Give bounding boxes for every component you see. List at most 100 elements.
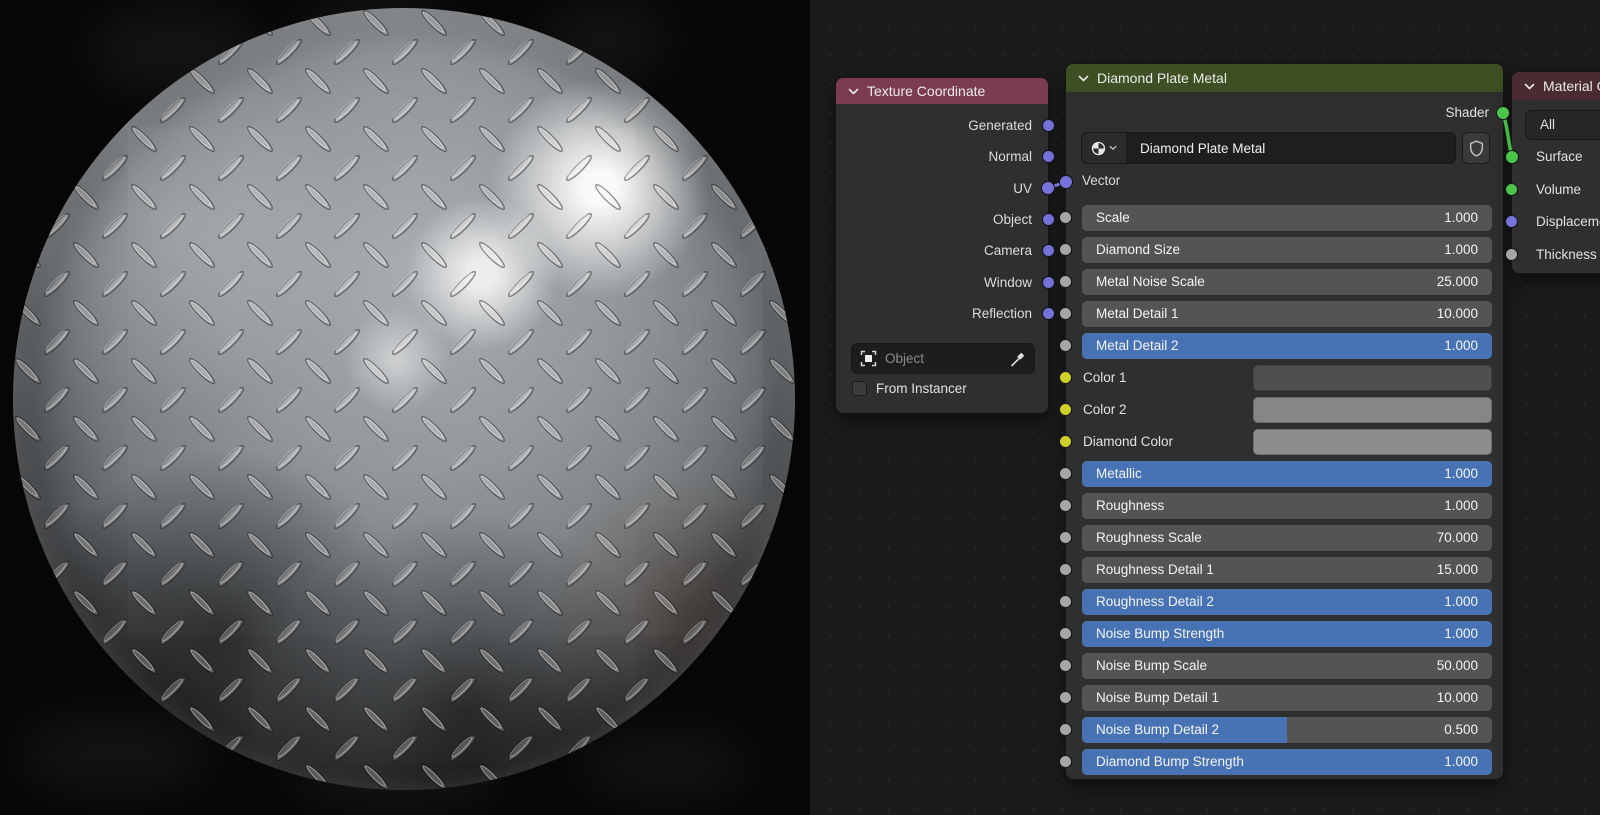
value-input-socket[interactable] [1059,691,1072,704]
number-field[interactable]: Metallic1.000 [1082,461,1492,487]
param-row-noise-bump-detail-2[interactable]: Noise Bump Detail 20.500 [1082,717,1492,743]
number-field[interactable]: Roughness Detail 21.000 [1082,589,1492,615]
value-input-socket[interactable] [1059,563,1072,576]
output-label: Normal [988,149,1032,164]
output-label: Generated [968,118,1032,133]
vector-input-socket[interactable] [1059,175,1072,188]
node-header[interactable]: Texture Coordinate [836,78,1048,104]
param-row-metal-detail-2[interactable]: Metal Detail 21.000 [1082,333,1492,359]
value-input-socket[interactable] [1059,243,1072,256]
nodegroup-datablock-field[interactable]: Diamond Plate Metal [1082,133,1455,163]
number-field[interactable]: Noise Bump Detail 20.500 [1082,717,1492,743]
value-input-socket[interactable] [1059,211,1072,224]
eyedropper-icon[interactable] [1010,351,1026,367]
param-row-color-2[interactable]: Color 2 [1082,397,1492,423]
color-swatch[interactable] [1253,429,1492,455]
chevron-down-icon[interactable] [1524,81,1535,92]
vector-output-socket[interactable] [1042,182,1055,195]
shader-output-socket[interactable] [1497,107,1510,120]
number-field[interactable]: Diamond Bump Strength1.000 [1082,749,1492,775]
value-input-socket[interactable] [1059,627,1072,640]
chevron-down-icon [1109,144,1117,152]
value-input-socket[interactable] [1059,275,1072,288]
param-row-roughness-detail-2[interactable]: Roughness Detail 21.000 [1082,589,1492,615]
object-data-icon [860,350,877,367]
param-row-noise-bump-scale[interactable]: Noise Bump Scale50.000 [1082,653,1492,679]
value-input-socket[interactable] [1059,531,1072,544]
param-row-noise-bump-strength[interactable]: Noise Bump Strength1.000 [1082,621,1492,647]
param-row-metal-detail-1[interactable]: Metal Detail 110.000 [1082,301,1492,327]
shader-input-socket[interactable] [1505,183,1518,196]
datablock-icon-dropdown[interactable] [1082,133,1126,163]
param-row-diamond-bump-strength[interactable]: Diamond Bump Strength1.000 [1082,749,1492,775]
vector-output-socket[interactable] [1042,307,1055,320]
vector-input-socket[interactable] [1505,215,1518,228]
param-label: Roughness Scale [1096,525,1202,551]
input-row-displacement: Displacement [1512,212,1600,232]
node-group-diamond-plate-metal[interactable]: Diamond Plate Metal Shader Diamond Plate… [1066,64,1503,779]
param-row-metallic[interactable]: Metallic1.000 [1082,461,1492,487]
number-field[interactable]: Noise Bump Detail 110.000 [1082,685,1492,711]
node-header[interactable]: Material Output [1512,72,1600,100]
number-field[interactable]: Roughness1.000 [1082,493,1492,519]
vector-output-socket[interactable] [1042,150,1055,163]
from-instancer-checkbox[interactable] [852,381,867,396]
param-row-roughness-scale[interactable]: Roughness Scale70.000 [1082,525,1492,551]
shader-node-editor[interactable]: Texture Coordinate GeneratedNormalUVObje… [810,0,1600,815]
param-value: 0.500 [1444,717,1478,743]
input-label: Surface [1536,149,1583,164]
render-preview-viewport[interactable] [0,0,810,815]
color-input-socket[interactable] [1059,435,1072,448]
number-field[interactable]: Roughness Detail 115.000 [1082,557,1492,583]
object-picker-field[interactable]: Object [852,344,1034,373]
color-input-socket[interactable] [1059,403,1072,416]
output-row-reflection: Reflection [836,304,1048,324]
vector-output-socket[interactable] [1042,119,1055,132]
node-texture-coordinate[interactable]: Texture Coordinate GeneratedNormalUVObje… [836,78,1048,413]
number-field[interactable]: Noise Bump Scale50.000 [1082,653,1492,679]
output-target-dropdown[interactable]: All [1526,111,1600,139]
node-title: Texture Coordinate [867,83,985,99]
value-input-socket[interactable] [1059,755,1072,768]
param-row-noise-bump-detail-1[interactable]: Noise Bump Detail 110.000 [1082,685,1492,711]
value-input-socket[interactable] [1505,248,1518,261]
input-row-volume: Volume [1512,180,1600,200]
param-row-roughness[interactable]: Roughness1.000 [1082,493,1492,519]
number-field[interactable]: Metal Detail 21.000 [1082,333,1492,359]
vector-output-socket[interactable] [1042,213,1055,226]
param-row-metal-noise-scale[interactable]: Metal Noise Scale25.000 [1082,269,1492,295]
color-swatch[interactable] [1253,397,1492,423]
param-row-diamond-color[interactable]: Diamond Color [1082,429,1492,455]
from-instancer-row[interactable]: From Instancer [852,381,967,396]
node-material-output[interactable]: Material Output All Surface Volume Displac… [1512,72,1600,273]
chevron-down-icon[interactable] [1078,73,1089,84]
slider-fill [1082,461,1492,487]
value-input-socket[interactable] [1059,467,1072,480]
value-input-socket[interactable] [1059,307,1072,320]
param-row-scale[interactable]: Scale1.000 [1082,205,1492,231]
value-input-socket[interactable] [1059,339,1072,352]
param-row-color-1[interactable]: Color 1 [1082,365,1492,391]
number-field[interactable]: Roughness Scale70.000 [1082,525,1492,551]
object-field-placeholder: Object [885,351,1002,366]
node-header[interactable]: Diamond Plate Metal [1066,64,1503,92]
number-field[interactable]: Diamond Size1.000 [1082,237,1492,263]
vector-output-socket[interactable] [1042,244,1055,257]
param-row-diamond-size[interactable]: Diamond Size1.000 [1082,237,1492,263]
nodegroup-name[interactable]: Diamond Plate Metal [1126,141,1265,156]
number-field[interactable]: Metal Noise Scale25.000 [1082,269,1492,295]
vector-output-socket[interactable] [1042,276,1055,289]
shader-input-socket[interactable] [1505,150,1518,163]
color-input-socket[interactable] [1059,371,1072,384]
chevron-down-icon[interactable] [848,86,859,97]
number-field[interactable]: Noise Bump Strength1.000 [1082,621,1492,647]
color-swatch[interactable] [1253,365,1492,391]
param-row-roughness-detail-1[interactable]: Roughness Detail 115.000 [1082,557,1492,583]
value-input-socket[interactable] [1059,595,1072,608]
value-input-socket[interactable] [1059,499,1072,512]
value-input-socket[interactable] [1059,659,1072,672]
fake-user-shield-button[interactable] [1463,133,1489,163]
number-field[interactable]: Scale1.000 [1082,205,1492,231]
number-field[interactable]: Metal Detail 110.000 [1082,301,1492,327]
value-input-socket[interactable] [1059,723,1072,736]
